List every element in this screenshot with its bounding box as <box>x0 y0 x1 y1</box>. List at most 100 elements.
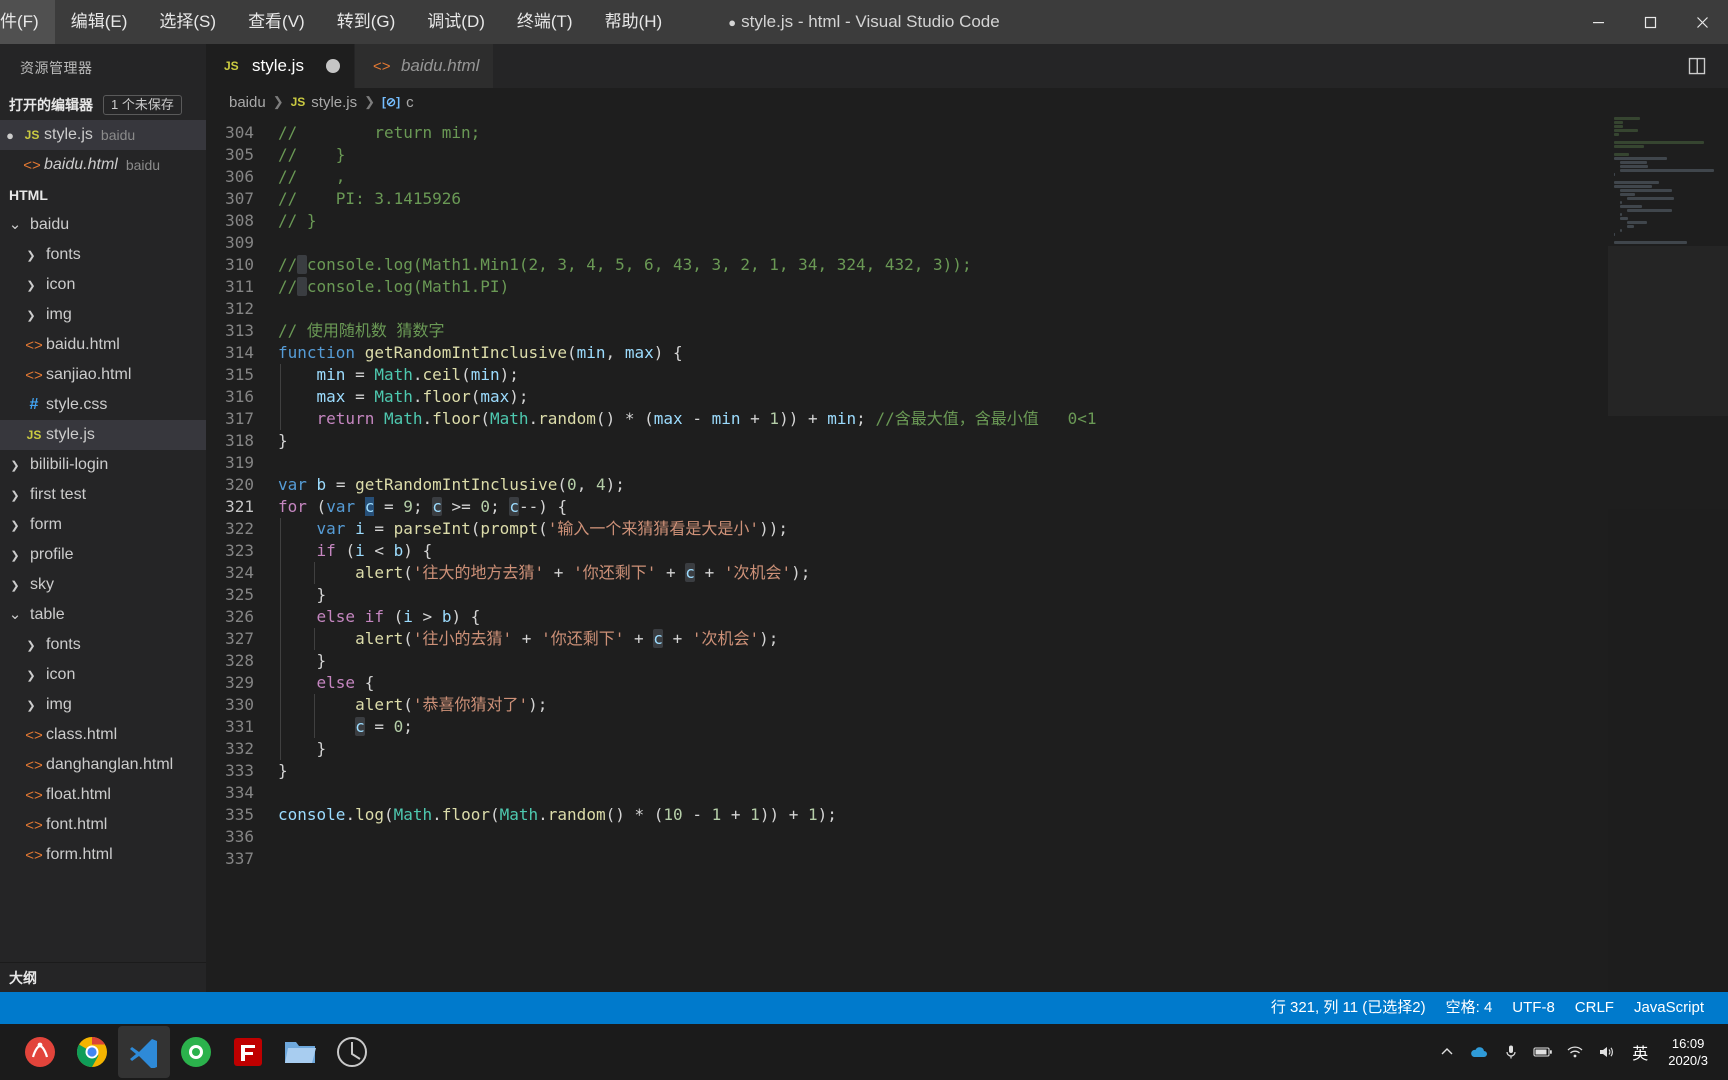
tab-dirty-indicator-icon[interactable] <box>325 59 340 73</box>
code-line[interactable]: if (i < b) { <box>278 540 1728 562</box>
onedrive-tray-icon[interactable] <box>1464 1032 1494 1072</box>
breadcrumb-item-symbol[interactable]: [⊘] c <box>382 94 414 111</box>
code-line[interactable] <box>278 298 1728 320</box>
battery-tray-icon[interactable] <box>1528 1032 1558 1072</box>
tree-item-icon[interactable]: ❯ icon <box>0 270 206 300</box>
code-line[interactable]: } <box>278 430 1728 452</box>
tree-item-float-html[interactable]: <> float.html <box>0 780 206 810</box>
tree-item-baidu[interactable]: ⌄ baidu <box>0 210 206 240</box>
code-line[interactable]: // } <box>278 210 1728 232</box>
tree-item-class-html[interactable]: <> class.html <box>0 720 206 750</box>
start-button[interactable] <box>14 1026 66 1078</box>
volume-tray-icon[interactable] <box>1592 1032 1622 1072</box>
close-button[interactable] <box>1676 0 1728 44</box>
section-outline[interactable]: 大纲 <box>0 962 206 992</box>
code-line[interactable]: var b = getRandomIntInclusive(0, 4); <box>278 474 1728 496</box>
tree-item-table[interactable]: ⌄ table <box>0 600 206 630</box>
tree-item-sky[interactable]: ❯ sky <box>0 570 206 600</box>
code-line[interactable]: } <box>278 650 1728 672</box>
code-line[interactable]: function getRandomIntInclusive(min, max)… <box>278 342 1728 364</box>
tree-item-img[interactable]: ❯ img <box>0 690 206 720</box>
breadcrumb-item-file[interactable]: JS style.js <box>291 94 358 111</box>
menu-edit[interactable]: 编辑(E) <box>55 0 144 44</box>
code-line[interactable]: max = Math.floor(max); <box>278 386 1728 408</box>
code-line[interactable]: } <box>278 738 1728 760</box>
tree-item-style-css[interactable]: # style.css <box>0 390 206 420</box>
tab-style-js[interactable]: JS style.js <box>206 44 355 88</box>
code-line[interactable]: } <box>278 584 1728 606</box>
code-line[interactable]: return Math.floor(Math.random() * (max -… <box>278 408 1728 430</box>
section-open-editors[interactable]: 打开的编辑器 1 个未保存 <box>0 90 206 120</box>
code-line[interactable]: // } <box>278 144 1728 166</box>
code-line[interactable]: else if (i > b) { <box>278 606 1728 628</box>
app-taskbar-button[interactable] <box>326 1026 378 1078</box>
tree-item-form-html[interactable]: <> form.html <box>0 840 206 870</box>
menu-debug[interactable]: 调试(D) <box>411 0 501 44</box>
code-line[interactable]: c = 0; <box>278 716 1728 738</box>
code-line[interactable]: // 使用随机数 猜数字 <box>278 320 1728 342</box>
taskbar-clock[interactable]: 16:09 2020/3 <box>1658 1035 1718 1069</box>
menu-select[interactable]: 选择(S) <box>143 0 232 44</box>
tree-item-form[interactable]: ❯ form <box>0 510 206 540</box>
code-line[interactable]: alert('往小的去猜' + '你还剩下' + c + '次机会'); <box>278 628 1728 650</box>
code-line[interactable] <box>278 452 1728 474</box>
code-line[interactable]: // return min; <box>278 122 1728 144</box>
maximize-button[interactable] <box>1624 0 1676 44</box>
tree-item-sanjiao-html[interactable]: <> sanjiao.html <box>0 360 206 390</box>
code-line[interactable]: for (var c = 9; c >= 0; c--) { <box>278 496 1728 518</box>
code-line[interactable]: // console.log(Math1.PI) <box>278 276 1728 298</box>
code-line[interactable] <box>278 232 1728 254</box>
code-line[interactable] <box>278 826 1728 848</box>
menu-view[interactable]: 查看(V) <box>232 0 321 44</box>
code-line[interactable]: min = Math.ceil(min); <box>278 364 1728 386</box>
browser-taskbar-button[interactable] <box>170 1026 222 1078</box>
code-line[interactable]: // console.log(Math1.Min1(2, 3, 4, 5, 6,… <box>278 254 1728 276</box>
vscode-taskbar-button[interactable] <box>118 1026 170 1078</box>
tree-item-profile[interactable]: ❯ profile <box>0 540 206 570</box>
breadcrumb-item-folder[interactable]: baidu <box>229 94 266 111</box>
explorer-taskbar-button[interactable] <box>274 1026 326 1078</box>
minimap-slider[interactable] <box>1608 246 1728 416</box>
tree-item-baidu-html[interactable]: <> baidu.html <box>0 330 206 360</box>
status-eol[interactable]: CRLF <box>1565 992 1624 1024</box>
tree-item-danghanglan-html[interactable]: <> danghanglan.html <box>0 750 206 780</box>
filezilla-taskbar-button[interactable] <box>222 1026 274 1078</box>
code-line[interactable]: console.log(Math.floor(Math.random() * (… <box>278 804 1728 826</box>
menu-file[interactable]: 件(F) <box>0 0 55 44</box>
menu-help[interactable]: 帮助(H) <box>589 0 679 44</box>
open-editor-baidu-html[interactable]: <> baidu.html baidu <box>0 150 206 180</box>
tree-item-icon[interactable]: ❯ icon <box>0 660 206 690</box>
menu-terminal[interactable]: 终端(T) <box>501 0 589 44</box>
code-line[interactable] <box>278 848 1728 870</box>
code-line[interactable]: // , <box>278 166 1728 188</box>
tree-item-fonts[interactable]: ❯ fonts <box>0 240 206 270</box>
code-editor[interactable]: 304 305 306 307 308 309 310 311 312 313 314 315 316 3… <box>206 116 1728 992</box>
microphone-tray-icon[interactable] <box>1496 1032 1526 1072</box>
status-language-mode[interactable]: JavaScript <box>1624 992 1714 1024</box>
status-encoding[interactable]: UTF-8 <box>1502 992 1565 1024</box>
code-content[interactable]: // return min;// }// ,// PI: 3.1415926//… <box>278 116 1728 992</box>
chrome-taskbar-button[interactable] <box>66 1026 118 1078</box>
editor-scrollbar-vertical[interactable] <box>1714 116 1728 992</box>
open-editor-style-js[interactable]: ● JS style.js baidu <box>0 120 206 150</box>
tree-item-style-js[interactable]: JS style.js <box>0 420 206 450</box>
tree-item-img[interactable]: ❯ img <box>0 300 206 330</box>
ime-indicator[interactable]: 英 <box>1624 1040 1656 1064</box>
code-line[interactable]: } <box>278 760 1728 782</box>
code-line[interactable]: alert('往大的地方去猜' + '你还剩下' + c + '次机会'); <box>278 562 1728 584</box>
code-line[interactable]: var i = parseInt(prompt('输入一个来猜猜看是大是小'))… <box>278 518 1728 540</box>
section-workspace-folder[interactable]: HTML <box>0 180 206 210</box>
code-line[interactable]: // PI: 3.1415926 <box>278 188 1728 210</box>
tree-item-fonts[interactable]: ❯ fonts <box>0 630 206 660</box>
code-line[interactable] <box>278 782 1728 804</box>
tree-item-font-html[interactable]: <> font.html <box>0 810 206 840</box>
tab-baidu-html[interactable]: <> baidu.html <box>354 44 495 88</box>
code-line[interactable]: alert('恭喜你猜对了'); <box>278 694 1728 716</box>
code-line[interactable]: else { <box>278 672 1728 694</box>
status-indentation[interactable]: 空格: 4 <box>1436 992 1503 1024</box>
minimap[interactable] <box>1608 116 1728 992</box>
tree-item-first-test[interactable]: ❯ first test <box>0 480 206 510</box>
show-hidden-icons-button[interactable] <box>1432 1032 1462 1072</box>
minimize-button[interactable] <box>1572 0 1624 44</box>
network-tray-icon[interactable] <box>1560 1032 1590 1072</box>
